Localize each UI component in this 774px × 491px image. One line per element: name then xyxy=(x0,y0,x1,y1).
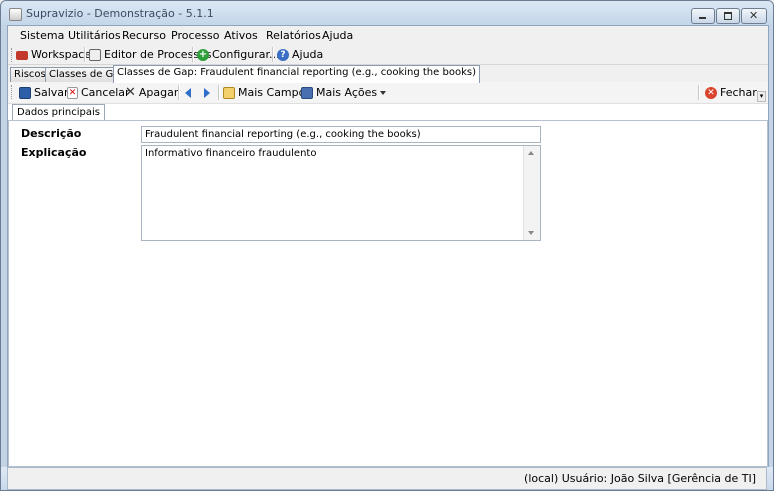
status-text: (local) Usuário: João Silva [Gerência de… xyxy=(524,472,756,485)
close-record-label: Fechar xyxy=(720,86,757,99)
save-label: Salvar xyxy=(34,86,69,99)
toolbar-separator xyxy=(218,85,220,100)
form-area: Descrição Fraudulent financial reporting… xyxy=(8,120,768,467)
main-toolbar: Workspace Editor de Processos + Configur… xyxy=(8,45,768,65)
more-fields-button[interactable]: Mais Campos xyxy=(223,85,311,100)
window-title: Supravizio - Demonstração - 5.1.1 xyxy=(26,7,214,20)
scroll-down-icon[interactable] xyxy=(528,231,534,235)
form-tabs: Dados principais xyxy=(8,103,768,121)
toolbar-separator xyxy=(178,85,180,100)
app-icon xyxy=(9,8,22,21)
tab-classes-de-gap-detail[interactable]: Classes de Gap: Fraudulent financial rep… xyxy=(113,65,480,83)
more-actions-label: Mais Ações xyxy=(316,86,378,99)
help-label: Ajuda xyxy=(292,48,324,61)
close-button[interactable]: ✕ xyxy=(741,8,767,24)
restore-icon xyxy=(724,12,732,20)
toolbar-separator xyxy=(698,85,700,100)
toolbar-grip[interactable] xyxy=(11,85,14,99)
status-bar: (local) Usuário: João Silva [Gerência de… xyxy=(1,467,773,490)
process-editor-label: Editor de Processos xyxy=(104,48,212,61)
menu-recurso[interactable]: Recurso xyxy=(122,29,166,42)
tab-dados-principais[interactable]: Dados principais xyxy=(12,104,105,121)
explicacao-text: Informativo financeiro fraudulento xyxy=(145,148,317,159)
save-button[interactable]: Salvar xyxy=(19,85,69,100)
tab-panel: Salvar ✕ Cancelar ✕ Apagar Mais Campos M… xyxy=(8,82,768,467)
app-window: Supravizio - Demonstração - 5.1.1 ✕ Sist… xyxy=(0,0,774,491)
close-icon: ✕ xyxy=(749,9,759,22)
workspace-label: Workspace xyxy=(31,48,92,61)
actions-icon xyxy=(301,86,313,99)
menu-ativos[interactable]: Ativos xyxy=(224,29,258,42)
status-panel: (local) Usuário: João Silva [Gerência de… xyxy=(7,467,767,490)
more-actions-dropdown[interactable]: Mais Ações xyxy=(301,85,387,100)
toolbar-separator xyxy=(272,47,274,62)
configure-label: Configurar... xyxy=(212,48,280,61)
delete-icon: ✕ xyxy=(125,84,136,100)
next-record-icon[interactable] xyxy=(204,88,210,98)
toolbar-separator xyxy=(84,47,86,62)
help-button[interactable]: ? Ajuda xyxy=(277,47,323,62)
menu-relatorios[interactable]: Relatórios xyxy=(266,29,321,42)
document-tabs: Riscos Classes de Gap Classes de Gap: Fr… xyxy=(8,65,768,83)
menu-bar: Sistema Utilitários Recurso Processo Ati… xyxy=(8,26,768,45)
help-icon: ? xyxy=(277,48,289,61)
textarea-scrollbar[interactable] xyxy=(523,146,540,240)
briefcase-icon xyxy=(16,51,28,60)
cancel-button[interactable]: ✕ Cancelar xyxy=(67,85,130,100)
explicacao-label: Explicação xyxy=(21,146,87,159)
overflow-chevron-icon[interactable]: ▾ xyxy=(757,91,766,102)
toolbar-grip[interactable] xyxy=(11,48,14,62)
flowchart-icon xyxy=(89,48,101,61)
client-area: Sistema Utilitários Recurso Processo Ati… xyxy=(7,25,769,468)
toolbar-separator xyxy=(192,47,194,62)
tab-riscos[interactable]: Riscos xyxy=(10,67,50,82)
menu-processo[interactable]: Processo xyxy=(171,29,219,42)
close-circle-icon: ✕ xyxy=(705,86,717,99)
restore-button[interactable] xyxy=(716,8,740,24)
record-toolbar: Salvar ✕ Cancelar ✕ Apagar Mais Campos M… xyxy=(8,82,768,104)
previous-record-icon[interactable] xyxy=(185,88,191,98)
title-bar[interactable]: Supravizio - Demonstração - 5.1.1 ✕ xyxy=(1,1,773,25)
close-record-button[interactable]: ✕ Fechar xyxy=(705,85,757,100)
minimize-button[interactable] xyxy=(691,8,715,24)
descricao-input[interactable]: Fraudulent financial reporting (e.g., co… xyxy=(141,126,541,143)
cancel-icon: ✕ xyxy=(67,86,78,99)
menu-utilitarios[interactable]: Utilitários xyxy=(68,29,121,42)
scroll-up-icon[interactable] xyxy=(528,151,534,155)
save-icon xyxy=(19,86,31,99)
explicacao-textarea[interactable]: Informativo financeiro fraudulento xyxy=(141,145,541,241)
minimize-icon xyxy=(699,17,706,19)
add-field-icon xyxy=(223,86,235,99)
chevron-down-icon xyxy=(380,90,387,95)
descricao-label: Descrição xyxy=(21,127,82,140)
add-icon: + xyxy=(197,48,209,61)
menu-sistema[interactable]: Sistema xyxy=(20,29,64,42)
menu-ajuda[interactable]: Ajuda xyxy=(322,29,353,42)
workspace-button[interactable]: Workspace xyxy=(16,47,91,62)
cancel-label: Cancelar xyxy=(81,86,130,99)
configure-button[interactable]: + Configurar... xyxy=(197,47,280,62)
delete-label: Apagar xyxy=(138,86,179,99)
delete-button[interactable]: ✕ Apagar xyxy=(125,85,178,100)
